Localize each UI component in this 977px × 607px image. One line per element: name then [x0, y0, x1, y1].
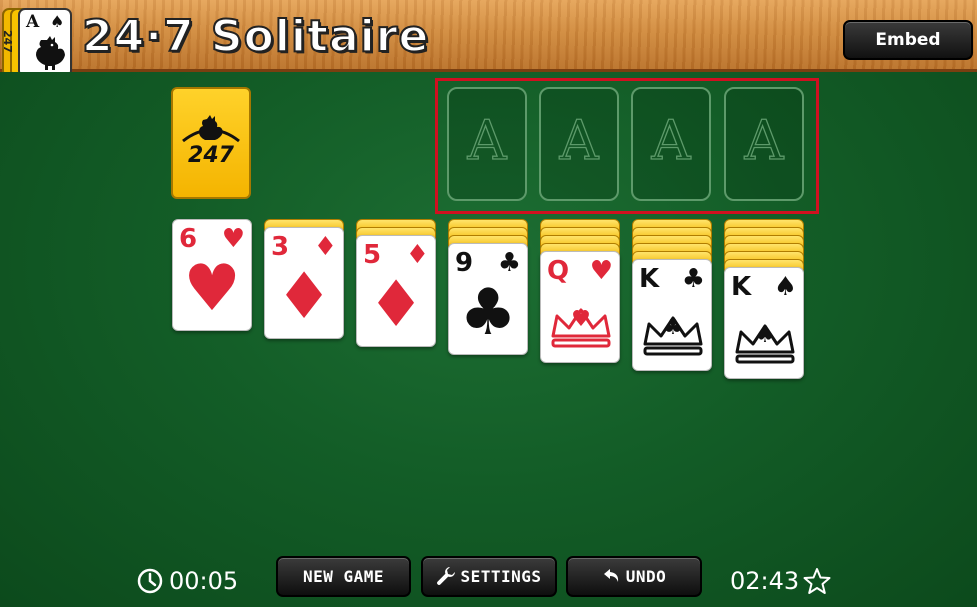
undo-label: UNDO: [625, 567, 667, 586]
elapsed-timer: 00:05: [137, 565, 238, 597]
card-suit: ♦: [313, 232, 337, 262]
tableau-card[interactable]: Q ♥ ♥: [540, 251, 620, 363]
tableau-card[interactable]: 5 ♦ ♦: [356, 235, 436, 347]
tableau-card[interactable]: 3 ♦ ♦: [264, 227, 344, 339]
svg-text:♠: ♠: [755, 323, 775, 348]
stock-logo-text: 247: [188, 143, 234, 168]
crown-icon: ♠: [735, 323, 795, 364]
embed-button[interactable]: Embed: [843, 20, 973, 60]
card-rank: K: [639, 264, 660, 294]
foundation-placeholder: A: [467, 108, 507, 172]
crown-icon: ♥: [551, 307, 611, 348]
foundation-pile[interactable]: A: [447, 87, 527, 201]
card-center-suit: ♥: [183, 252, 241, 326]
card-rank: Q: [547, 256, 570, 286]
logo-text: 247: [1, 30, 14, 53]
svg-text:♥: ♥: [571, 307, 591, 332]
card-center-suit: ♦: [367, 268, 425, 342]
card-rank: 3: [271, 232, 290, 262]
wrench-icon: [437, 567, 456, 585]
card-rank: 9: [455, 248, 474, 278]
card-suit: ♥: [221, 224, 245, 254]
new-game-button[interactable]: NEW GAME: [276, 556, 411, 597]
card-suit: ♣: [497, 248, 521, 278]
new-game-label: NEW GAME: [302, 567, 385, 586]
card-rank: K: [731, 272, 752, 302]
clock-icon: [137, 568, 163, 594]
svg-text:♣: ♣: [663, 315, 683, 340]
card-suit: ♦: [405, 240, 429, 270]
tableau-card[interactable]: 9 ♣ ♣: [448, 243, 528, 355]
card-center-suit: ♣: [459, 276, 517, 350]
rooster-icon: [36, 36, 65, 70]
star-icon[interactable]: [803, 567, 831, 595]
elapsed-time: 00:05: [169, 567, 239, 595]
card-suit: ♠: [773, 272, 797, 302]
tableau-card[interactable]: K ♠ ♠: [724, 267, 804, 379]
foundation-placeholder: A: [559, 108, 599, 172]
target-timer: 02:43: [730, 565, 831, 597]
card-center-suit: ♦: [275, 260, 333, 334]
settings-label: SETTINGS: [460, 567, 542, 586]
logo-suit: ♠: [50, 12, 65, 31]
foundation-placeholder: A: [744, 108, 784, 172]
crown-icon: ♣: [643, 315, 703, 356]
card-suit: ♥: [589, 256, 613, 286]
foundation-pile[interactable]: A: [539, 87, 619, 201]
foundation-placeholder: A: [651, 108, 691, 172]
undo-button[interactable]: UNDO: [566, 556, 702, 597]
foundation-pile[interactable]: A: [724, 87, 804, 201]
card-rank: 6: [179, 224, 198, 254]
undo-icon: [603, 569, 618, 582]
settings-button[interactable]: SETTINGS: [421, 556, 557, 597]
foundation-pile[interactable]: A: [631, 87, 711, 201]
target-time: 02:43: [730, 567, 800, 595]
tableau-card[interactable]: 6 ♥ ♥: [172, 219, 252, 331]
app-logo[interactable]: A ♠: [18, 8, 72, 78]
stock-pile[interactable]: 247: [171, 87, 251, 199]
card-suit: ♣: [681, 264, 705, 294]
card-rank: 5: [363, 240, 382, 270]
tableau-card[interactable]: K ♣ ♣: [632, 259, 712, 371]
logo-rank: A: [26, 12, 40, 32]
header-bar: A ♠ 247 24·7 Solitaire Embed: [0, 0, 977, 78]
app-title: 24·7 Solitaire: [81, 11, 430, 63]
